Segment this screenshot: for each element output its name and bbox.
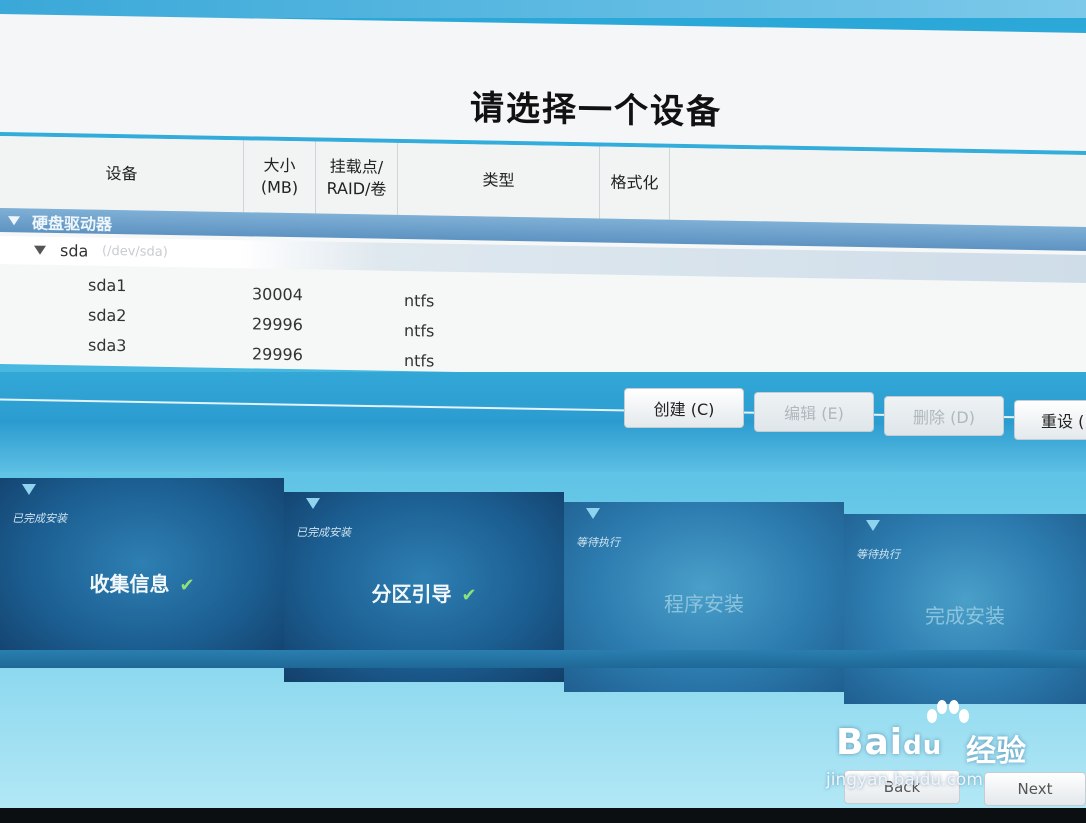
- expander-down-icon[interactable]: [8, 216, 20, 226]
- title-panel: 请选择一个设备: [0, 14, 1086, 151]
- step-marker-icon: [306, 498, 320, 509]
- step-collect-info: 已完成安装 收集信息 ✔: [0, 478, 284, 668]
- group-label: 硬盘驱动器: [32, 213, 113, 234]
- step-finish-install: 等待执行 完成安装: [844, 514, 1086, 704]
- partition-size: 30004: [252, 284, 303, 305]
- expander-down-icon[interactable]: [34, 245, 46, 255]
- top-strip: [0, 0, 1086, 18]
- drive-path: (/dev/sda): [102, 243, 168, 260]
- progress-base-bar: [0, 650, 1086, 668]
- step-status: 已完成安装: [296, 526, 351, 539]
- checkmark-icon: ✔: [179, 575, 195, 596]
- device-table: 设备 大小 (MB) 挂载点/ RAID/卷 类型 格式化 硬盘驱动器 sda …: [0, 136, 1086, 383]
- column-header-mount[interactable]: 挂载点/ RAID/卷: [316, 141, 398, 215]
- partition-name: sda1: [88, 275, 127, 296]
- create-button[interactable]: 创建 (C): [624, 388, 744, 428]
- partition-type: ntfs: [404, 351, 435, 371]
- checkmark-icon: ✔: [461, 585, 477, 606]
- partition-size: 29996: [252, 314, 303, 335]
- watermark-suffix: 经验: [966, 734, 1026, 769]
- delete-button[interactable]: 删除 (D): [884, 396, 1004, 436]
- drive-name: sda: [60, 241, 89, 261]
- step-marker-icon: [22, 484, 36, 495]
- step-status: 等待执行: [576, 536, 620, 549]
- step-label: 收集信息 ✔: [89, 572, 195, 596]
- step-marker-icon: [866, 520, 880, 531]
- partition-size: 29996: [252, 344, 303, 365]
- step-status: 已完成安装: [12, 512, 67, 525]
- step-label: 分区引导 ✔: [371, 582, 477, 606]
- column-header-device[interactable]: 设备: [0, 136, 244, 213]
- baidu-watermark: Baidu 经验 jingyan.baidu.com: [826, 700, 1066, 790]
- step-label: 完成安装: [925, 604, 1005, 628]
- install-progress: 已完成安装 收集信息 ✔ 已完成安装 分区引导 ✔ 等待执行 程序安装 等待执行 完…: [0, 478, 1086, 704]
- watermark-url: jingyan.baidu.com: [826, 770, 983, 790]
- edit-button[interactable]: 编辑 (E): [754, 392, 874, 432]
- step-label: 程序安装: [664, 592, 744, 616]
- reset-button[interactable]: 重设 (: [1014, 400, 1086, 440]
- column-header-size[interactable]: 大小 (MB): [244, 140, 316, 214]
- page-title: 请选择一个设备: [470, 88, 722, 133]
- column-header-type[interactable]: 类型: [398, 142, 600, 219]
- step-marker-icon: [586, 508, 600, 519]
- column-header-format[interactable]: 格式化: [600, 146, 670, 220]
- screen-bezel: [0, 808, 1086, 823]
- step-status: 等待执行: [856, 548, 900, 561]
- paw-icon: [927, 700, 969, 723]
- partition-name: sda2: [88, 305, 127, 326]
- partition-name: sda3: [88, 335, 127, 356]
